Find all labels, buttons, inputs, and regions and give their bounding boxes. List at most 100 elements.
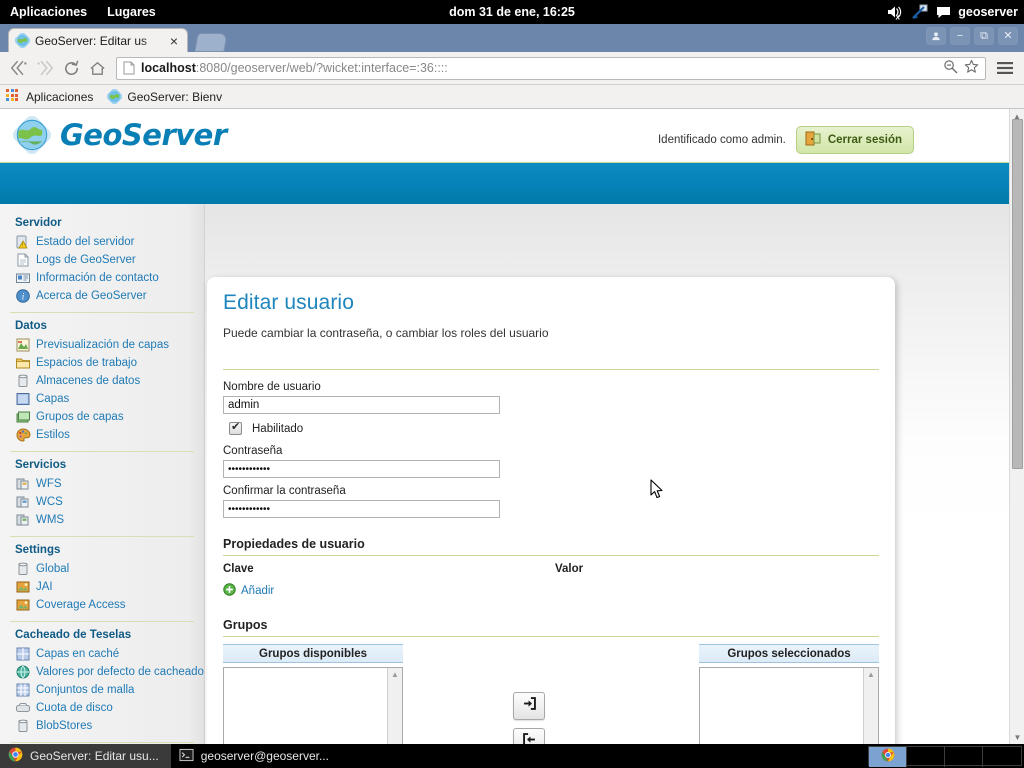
forward-icon[interactable]	[32, 55, 58, 81]
tab-close-icon[interactable]: ×	[167, 34, 181, 48]
sidebar-item-grupos-de-capas[interactable]: Grupos de capas	[8, 408, 204, 426]
home-icon[interactable]	[84, 55, 110, 81]
taskbar-item-browser[interactable]: GeoServer: Editar usu...	[0, 744, 171, 768]
enabled-checkbox-row[interactable]: Habilitado	[229, 420, 879, 435]
sidebar-item-wcs[interactable]: WCS	[8, 493, 204, 511]
available-groups-title: Grupos disponibles	[223, 644, 403, 663]
logout-label: Cerrar sesión	[827, 134, 902, 146]
geoserver-globe-icon	[14, 32, 31, 49]
network-icon[interactable]	[911, 4, 929, 20]
move-right-button[interactable]	[513, 692, 545, 720]
taskbar-item-terminal[interactable]: geoserver@geoserver...	[171, 744, 341, 768]
sidebar-item-conjuntos-de-malla[interactable]: Conjuntos de malla	[8, 681, 204, 699]
new-tab-button[interactable]	[194, 33, 228, 52]
sidebar-item-capas[interactable]: Capas	[8, 390, 204, 408]
sidebar-item-label: BlobStores	[36, 720, 93, 732]
username-input[interactable]	[223, 396, 500, 414]
available-groups-list[interactable]: ▲ ▼	[223, 667, 403, 745]
sidebar-item-label: Global	[36, 563, 70, 575]
hamburger-menu-icon[interactable]	[992, 55, 1018, 81]
volume-muted-icon[interactable]: x	[886, 4, 904, 20]
address-bar[interactable]: localhost:8080/geoserver/web/?wicket:int…	[116, 56, 986, 80]
sidebar-item-estilos[interactable]: Estilos	[8, 426, 204, 444]
document-icon	[15, 252, 31, 268]
sidebar-item-blobstores[interactable]: BlobStores	[8, 717, 204, 735]
selected-groups-list[interactable]: ▲ ▼	[699, 667, 879, 745]
sidebar-item-cuota-de-disco[interactable]: Cuota de disco	[8, 699, 204, 717]
scroll-up-icon[interactable]: ▲	[867, 670, 875, 679]
available-groups-scrollbar[interactable]: ▲ ▼	[387, 668, 402, 745]
system-tray: x geoserver	[886, 0, 1018, 24]
sidebar-item-logs-de-geoserver[interactable]: Logs de GeoServer	[8, 251, 204, 269]
move-left-button[interactable]	[513, 728, 545, 745]
sidebar-item-espacios-de-trabajo[interactable]: Espacios de trabajo	[8, 354, 204, 372]
add-property-link[interactable]: Añadir	[223, 583, 879, 599]
sidebar-item-global[interactable]: Global	[8, 560, 204, 578]
service-icon	[15, 512, 31, 528]
scroll-down-icon[interactable]: ▼	[1010, 730, 1024, 745]
chat-icon[interactable]	[936, 5, 951, 19]
workspace-2[interactable]	[907, 747, 945, 767]
sidebar-item-valores-por-defecto-de-cacheado[interactable]: Valores por defecto de cacheado	[8, 663, 204, 681]
sidebar-header: Datos	[15, 320, 47, 332]
minimize-icon[interactable]: −	[950, 27, 970, 45]
sidebar-item-previsualizacion-de-capas[interactable]: Previsualización de capas	[8, 336, 204, 354]
bookmarks-bar: Aplicaciones GeoServer: Bienv	[0, 85, 1024, 109]
layer-group-icon	[15, 409, 31, 425]
taskbar-item-label: geoserver@geoserver...	[200, 749, 329, 763]
sidebar-item-capas-en-cache[interactable]: Capas en caché	[8, 645, 204, 663]
sidebar-item-wms[interactable]: WMS	[8, 511, 204, 529]
logout-button[interactable]: Cerrar sesión	[795, 126, 914, 154]
selected-groups-scrollbar[interactable]: ▲ ▼	[863, 668, 878, 745]
login-status-area: Identificado como admin. Cerrar sesión	[658, 126, 914, 154]
confirm-password-label: Confirmar la contraseña	[223, 485, 346, 497]
service-icon	[15, 494, 31, 510]
sidebar-item-label: WMS	[36, 514, 65, 526]
sidebar-group-servicios: Servicios WFS WCS WMS	[8, 454, 204, 529]
back-icon[interactable]	[6, 55, 32, 81]
password-input[interactable]	[223, 460, 500, 478]
menu-applications[interactable]: Aplicaciones	[0, 0, 97, 24]
sidebar-item-label: JAI	[36, 581, 53, 593]
reload-icon[interactable]	[58, 55, 84, 81]
confirm-password-input[interactable]	[223, 500, 500, 518]
menu-places[interactable]: Lugares	[97, 0, 166, 24]
palette-icon	[15, 427, 31, 443]
sidebar-item-informacion-de-contacto[interactable]: Información de contacto	[8, 269, 204, 287]
folder-icon	[15, 355, 31, 371]
sidebar-item-label: Almacenes de datos	[36, 375, 141, 387]
close-icon[interactable]: ✕	[998, 27, 1018, 45]
scrollbar-thumb[interactable]	[1012, 119, 1023, 469]
workspace-4[interactable]	[983, 747, 1021, 767]
zoom-out-icon[interactable]	[943, 59, 958, 77]
sidebar-item-almacenes-de-datos[interactable]: Almacenes de datos	[8, 372, 204, 390]
user-icon[interactable]	[926, 27, 946, 45]
geoserver-logo[interactable]: GeoServer	[10, 113, 227, 157]
username-label[interactable]: geoserver	[958, 5, 1018, 19]
server-status-icon: !	[15, 234, 31, 250]
page-scrollbar[interactable]: ▲ ▼	[1009, 109, 1024, 745]
password-label: Contraseña	[223, 445, 283, 457]
workspace-3[interactable]	[945, 747, 983, 767]
sidebar-item-jai[interactable]: JAI	[8, 578, 204, 596]
sidebar-item-label: Acerca de GeoServer	[36, 290, 147, 302]
scroll-up-icon[interactable]: ▲	[391, 670, 399, 679]
sidebar-item-estado-del-servidor[interactable]: ! Estado del servidor	[8, 233, 204, 251]
sidebar-item-label: WCS	[36, 496, 63, 508]
enabled-checkbox[interactable]	[229, 420, 242, 435]
column-header-value: Valor	[555, 563, 584, 575]
sidebar-item-label: WFS	[36, 478, 62, 490]
sidebar-divider	[10, 742, 194, 743]
bookmark-aplicaciones[interactable]: Aplicaciones	[6, 89, 93, 104]
maximize-icon[interactable]: ⧉	[974, 27, 994, 45]
browser-tab[interactable]: GeoServer: Editar us ×	[8, 28, 188, 52]
sidebar-item-coverage-access[interactable]: Coverage Access	[8, 596, 204, 614]
workspace-1[interactable]	[869, 747, 907, 767]
star-icon[interactable]	[964, 59, 979, 77]
sidebar-item-wfs[interactable]: WFS	[8, 475, 204, 493]
edit-user-panel: Editar usuario Puede cambiar la contrase…	[207, 277, 895, 745]
sidebar-item-acerca-de-geoserver[interactable]: i Acerca de GeoServer	[8, 287, 204, 305]
tab-title: GeoServer: Editar us	[35, 33, 148, 48]
datastore-icon	[15, 718, 31, 734]
bookmark-geoserver[interactable]: GeoServer: Bienv	[107, 89, 222, 104]
